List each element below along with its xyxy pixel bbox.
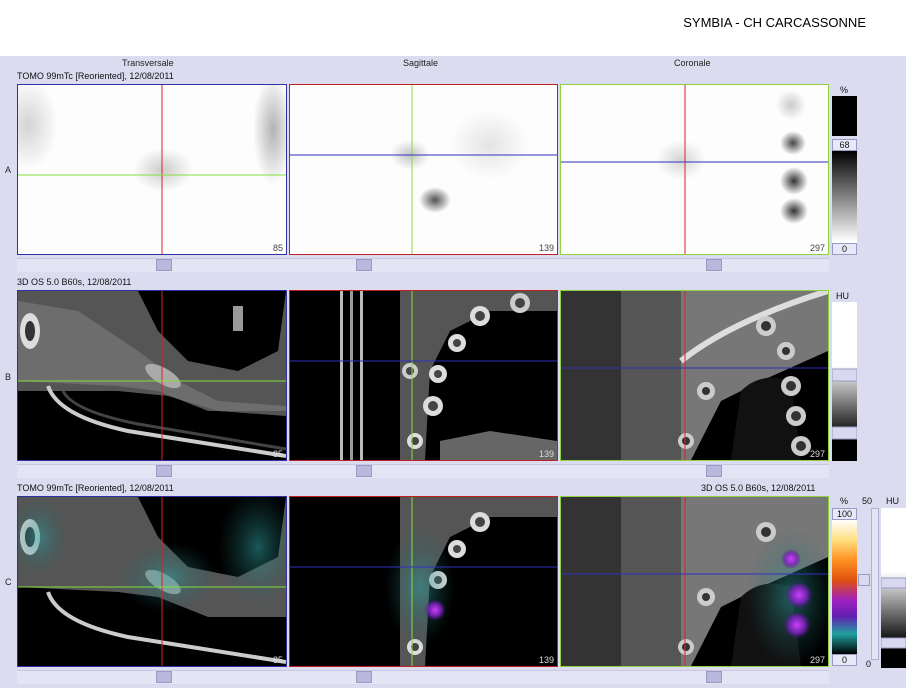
scale-min-a[interactable]: 0 xyxy=(832,243,857,255)
slider-thumb-c-sagittal[interactable] xyxy=(356,671,372,683)
viewport-a-sagittal[interactable]: 139 xyxy=(289,84,558,255)
series-label-row-c-left: TOMO 99mTc [Reoriented], 12/08/2011 xyxy=(17,483,174,493)
scale-level-a[interactable]: 68 xyxy=(832,139,857,151)
spect-transverse-image xyxy=(18,85,286,254)
pet-color-scale-c[interactable] xyxy=(832,520,857,654)
series-label-row-b: 3D OS 5.0 B60s, 12/08/2011 xyxy=(17,277,132,287)
viewport-a-transverse[interactable]: 85 xyxy=(17,84,287,255)
spect-sagittal-image xyxy=(290,85,557,254)
fusion-blend-slider[interactable] xyxy=(871,508,879,660)
viewport-b-coronal[interactable]: 297 xyxy=(560,290,829,461)
ct-color-scale-c[interactable] xyxy=(881,508,906,668)
header-bar: SYMBIA - CH CARCASSONNE xyxy=(0,0,906,56)
scale-window-c: 50 xyxy=(862,496,873,506)
fusion-coronal-image xyxy=(561,497,828,666)
viewport-c-sagittal[interactable]: 139 xyxy=(289,496,558,667)
viewport-a-coronal[interactable]: 297 xyxy=(560,84,829,255)
slice-number: 297 xyxy=(809,655,825,665)
column-label-coronal: Coronale xyxy=(674,58,711,68)
scale-min-c[interactable]: 0 xyxy=(832,654,857,666)
fusion-blend-handle[interactable] xyxy=(858,574,870,586)
scale-unit-c-pct: % xyxy=(840,496,849,506)
slider-thumb-b-coronal[interactable] xyxy=(706,465,722,477)
row-label-a: A xyxy=(5,165,12,175)
ct-transverse-image xyxy=(18,291,286,460)
slice-number: 139 xyxy=(538,655,554,665)
color-scale-b[interactable] xyxy=(832,302,857,461)
column-label-transverse: Transversale xyxy=(122,58,174,68)
slider-thumb-a-sagittal[interactable] xyxy=(356,259,372,271)
slider-thumb-c-transverse[interactable] xyxy=(156,671,172,683)
slider-thumb-b-transverse[interactable] xyxy=(156,465,172,477)
slider-thumb-c-coronal[interactable] xyxy=(706,671,722,683)
slice-number: 297 xyxy=(809,449,825,459)
slider-thumb-a-coronal[interactable] xyxy=(706,259,722,271)
slice-number: 139 xyxy=(538,449,554,459)
color-scale-a[interactable] xyxy=(832,96,857,255)
scale-hu-min-c: 0 xyxy=(866,659,872,669)
slice-number: 85 xyxy=(272,243,283,253)
fusion-sagittal-image xyxy=(290,497,557,666)
slice-number: 85 xyxy=(272,449,283,459)
site-title: SYMBIA - CH CARCASSONNE xyxy=(683,15,866,30)
row-label-c: C xyxy=(5,577,12,587)
slider-thumb-b-sagittal[interactable] xyxy=(356,465,372,477)
slice-number: 297 xyxy=(809,243,825,253)
scale-unit-b: HU xyxy=(836,291,849,301)
viewport-b-transverse[interactable]: 85 xyxy=(17,290,287,461)
slider-thumb-a-transverse[interactable] xyxy=(156,259,172,271)
slice-number: 85 xyxy=(272,655,283,665)
ct-coronal-image xyxy=(561,291,828,460)
spect-coronal-image xyxy=(561,85,828,254)
fusion-transverse-image xyxy=(18,497,286,666)
scale-max-c[interactable]: 100 xyxy=(832,508,857,520)
column-label-sagittal: Sagittale xyxy=(403,58,439,68)
viewport-c-coronal[interactable]: 297 xyxy=(560,496,829,667)
series-label-row-c-right: 3D OS 5.0 B60s, 12/08/2011 xyxy=(701,483,816,493)
slice-number: 139 xyxy=(538,243,554,253)
row-label-b: B xyxy=(5,372,12,382)
viewport-c-transverse[interactable]: 85 xyxy=(17,496,287,667)
viewport-b-sagittal[interactable]: 139 xyxy=(289,290,558,461)
scale-unit-a: % xyxy=(840,85,849,95)
series-label-row-a: TOMO 99mTc [Reoriented], 12/08/2011 xyxy=(17,71,174,81)
ct-sagittal-image xyxy=(290,291,557,460)
scale-unit-c-hu: HU xyxy=(886,496,899,506)
